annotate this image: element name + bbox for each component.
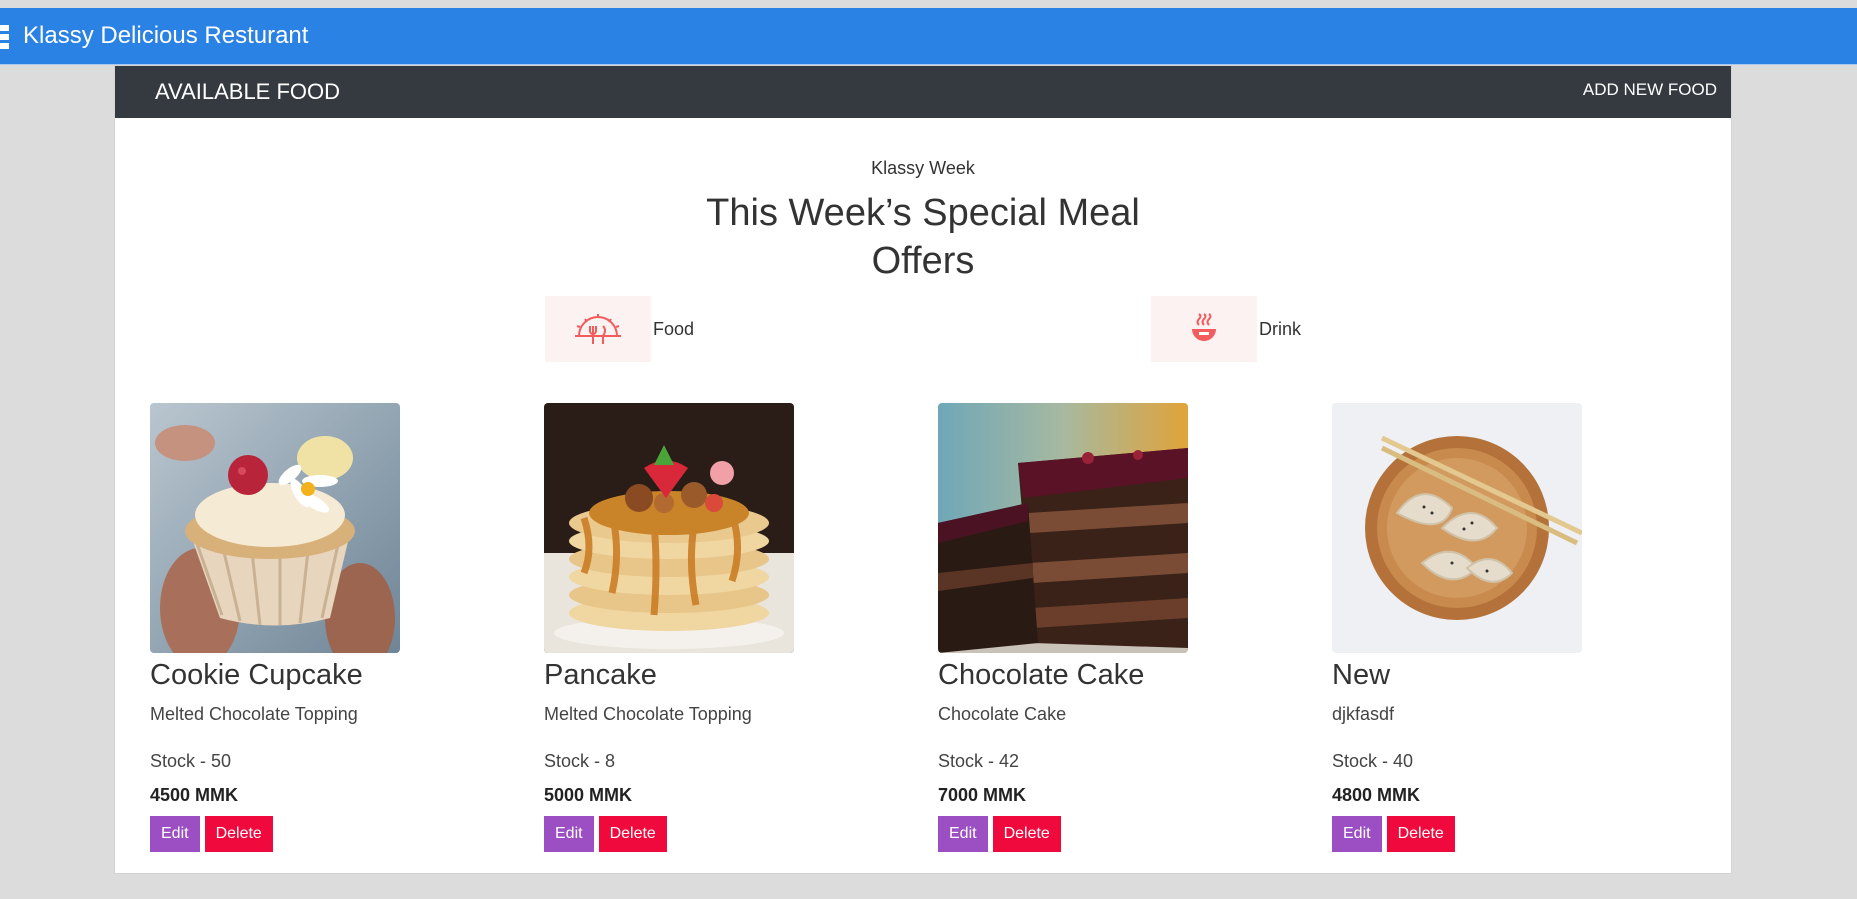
food-name: Cookie Cupcake xyxy=(150,659,363,691)
cupcake-image xyxy=(150,403,400,653)
panel-header: AVAILABLE FOOD ADD NEW FOOD xyxy=(115,66,1731,118)
food-description: Melted Chocolate Topping xyxy=(544,704,752,724)
food-stock: Stock - 50 xyxy=(150,751,232,771)
add-new-food-link[interactable]: ADD NEW FOOD xyxy=(1583,79,1717,101)
dish-icon xyxy=(545,296,651,362)
food-description: Chocolate Cake xyxy=(938,704,1067,724)
food-card: Cookie Cupcake Melted Chocolate Topping … xyxy=(150,403,450,852)
menu-icon[interactable] xyxy=(0,25,9,49)
food-card: Pancake Melted Chocolate Topping Stock -… xyxy=(544,403,844,852)
heading-line-1: This Week’s Special Meal xyxy=(706,192,1140,234)
category-label-drink: Drink xyxy=(1259,318,1302,339)
delete-button[interactable]: Delete xyxy=(1386,816,1455,852)
card-actions: Edit Delete xyxy=(544,816,844,852)
card-actions: Edit Delete xyxy=(938,816,1238,852)
delete-button[interactable]: Delete xyxy=(598,816,667,852)
edit-button[interactable]: Edit xyxy=(1332,816,1382,852)
food-stock: Stock - 40 xyxy=(1332,751,1414,771)
food-price: 4800 MMK xyxy=(1332,785,1421,805)
heading-line-2: Offers xyxy=(871,240,975,282)
card-actions: Edit Delete xyxy=(1332,816,1632,852)
category-label-food: Food xyxy=(653,318,695,339)
hot-drink-icon xyxy=(1151,296,1257,362)
food-name: Chocolate Cake xyxy=(938,659,1145,691)
food-card: Chocolate Cake Chocolate Cake Stock - 42… xyxy=(938,403,1238,852)
food-price: 7000 MMK xyxy=(938,785,1027,805)
food-price: 5000 MMK xyxy=(544,785,633,805)
food-price: 4500 MMK xyxy=(150,785,239,805)
edit-button[interactable]: Edit xyxy=(938,816,988,852)
food-panel: AVAILABLE FOOD ADD NEW FOOD Klassy Week … xyxy=(114,65,1732,874)
edit-button[interactable]: Edit xyxy=(150,816,200,852)
pancake-image xyxy=(544,403,794,653)
category-tab-drink[interactable]: Drink xyxy=(1151,296,1301,362)
section-heading: This Week’s Special Meal Offers xyxy=(115,189,1731,285)
food-description: djkfasdf xyxy=(1332,704,1395,724)
delete-button[interactable]: Delete xyxy=(992,816,1061,852)
food-description: Melted Chocolate Topping xyxy=(150,704,358,724)
category-tab-food[interactable]: Food xyxy=(545,296,694,362)
app-title[interactable]: Klassy Delicious Resturant xyxy=(23,21,308,51)
food-stock: Stock - 42 xyxy=(938,751,1020,771)
dumplings-image xyxy=(1332,403,1582,653)
panel-title: AVAILABLE FOOD xyxy=(155,79,341,104)
delete-button[interactable]: Delete xyxy=(204,816,273,852)
food-stock: Stock - 8 xyxy=(544,751,616,771)
top-navbar: Klassy Delicious Resturant xyxy=(0,8,1857,65)
card-actions: Edit Delete xyxy=(150,816,450,852)
chocolate-cake-image xyxy=(938,403,1188,653)
food-name: New xyxy=(1332,659,1391,691)
food-card: New djkfasdf Stock - 40 4800 MMK Edit De… xyxy=(1332,403,1632,852)
edit-button[interactable]: Edit xyxy=(544,816,594,852)
food-name: Pancake xyxy=(544,659,657,691)
section-kicker: Klassy Week xyxy=(871,158,975,178)
